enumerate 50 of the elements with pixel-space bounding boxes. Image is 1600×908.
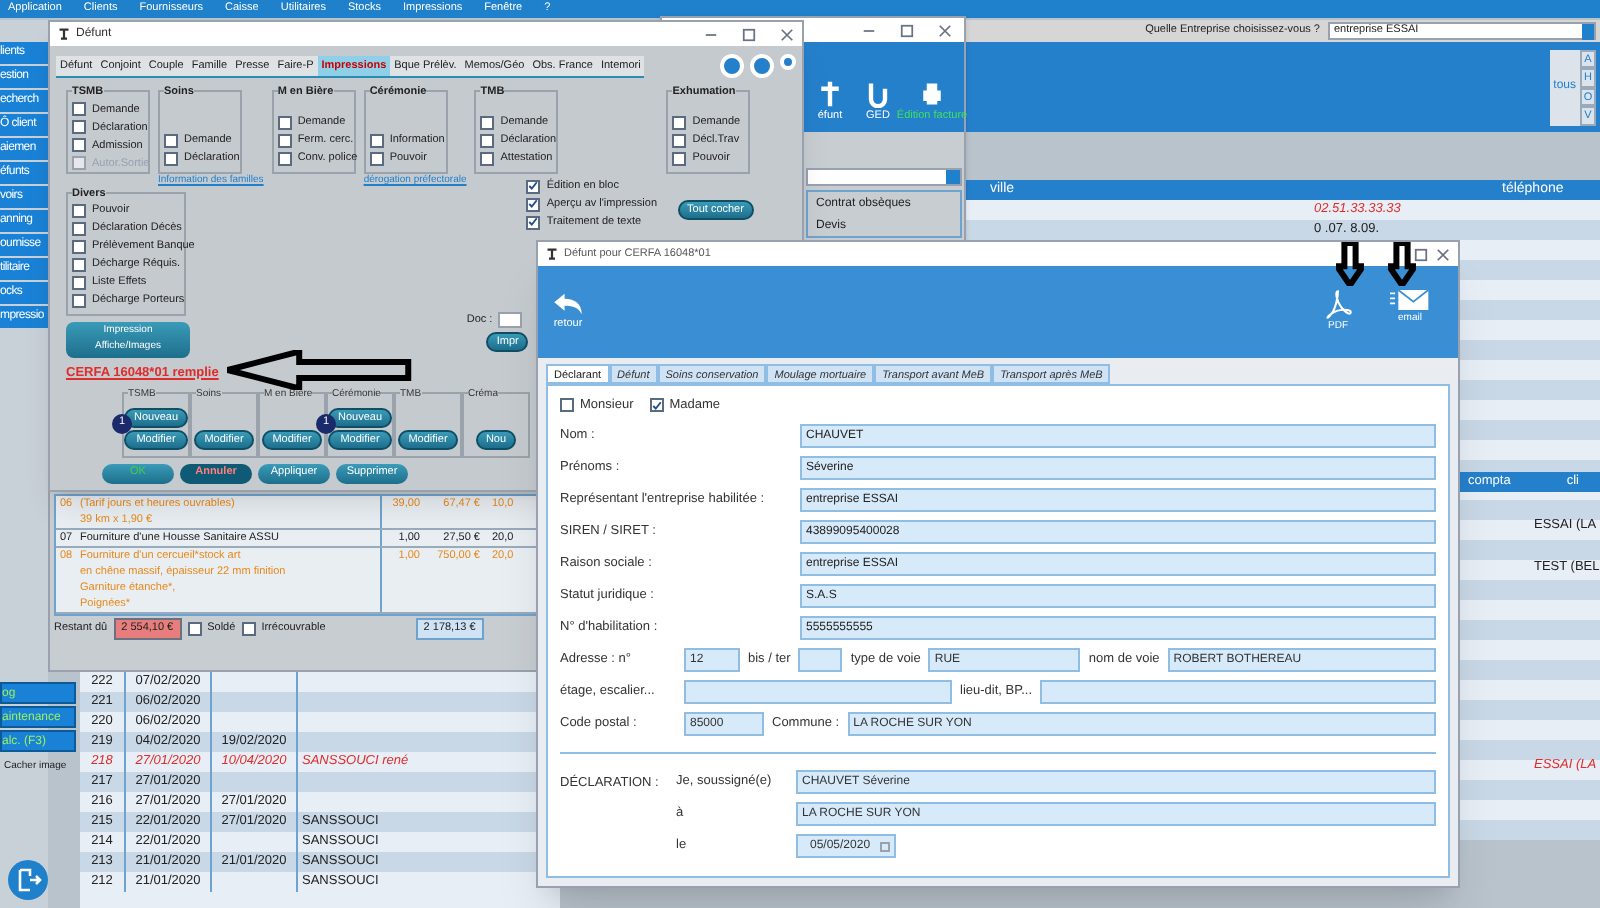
text-field[interactable]: [684, 679, 952, 704]
toolbar-icon[interactable]: [864, 79, 892, 108]
maximize-icon: [742, 27, 756, 41]
checkbox[interactable]: [277, 134, 292, 148]
app-icon: [58, 28, 70, 40]
round-toolbar-icon[interactable]: [780, 54, 796, 70]
checkbox[interactable]: [672, 116, 687, 130]
close-icon: [780, 27, 794, 41]
down-arrow: [1388, 242, 1416, 286]
checkbox[interactable]: [480, 134, 495, 148]
round-toolbar-icon[interactable]: [720, 54, 744, 78]
checkbox[interactable]: [560, 398, 574, 413]
checkbox[interactable]: [649, 398, 664, 413]
toolbar-icon[interactable]: [918, 79, 946, 108]
close-icon: [1436, 247, 1450, 261]
text-field[interactable]: [1040, 679, 1436, 704]
checkbox[interactable]: [241, 621, 256, 636]
checkbox[interactable]: [480, 152, 495, 166]
checkbox[interactable]: [72, 275, 86, 290]
round-toolbar-icon[interactable]: [750, 54, 774, 78]
checkbox[interactable]: [72, 102, 86, 117]
toolbar-icon[interactable]: [816, 79, 844, 108]
close-icon: [938, 23, 952, 37]
app-icon: [546, 248, 558, 260]
checkbox[interactable]: [72, 221, 86, 236]
checkbox[interactable]: [72, 138, 86, 153]
text-field[interactable]: [798, 647, 843, 672]
checkbox[interactable]: [369, 134, 384, 148]
checkbox[interactable]: [164, 152, 178, 166]
checkbox[interactable]: [72, 257, 86, 272]
checkbox[interactable]: [526, 197, 541, 211]
checkbox[interactable]: [480, 116, 495, 130]
checkbox[interactable]: [526, 215, 541, 229]
down-arrow: [1336, 242, 1364, 286]
checkbox[interactable]: [72, 120, 86, 135]
maximize-icon: [900, 23, 914, 37]
checkbox[interactable]: [277, 152, 292, 166]
checkbox[interactable]: [672, 134, 687, 148]
checkbox[interactable]: [72, 293, 86, 308]
checkbox[interactable]: [672, 152, 687, 166]
doc-field[interactable]: [498, 311, 523, 328]
checkbox[interactable]: [164, 134, 178, 148]
checkbox[interactable]: [277, 116, 292, 130]
checkbox[interactable]: [72, 203, 86, 218]
checkbox[interactable]: [72, 239, 86, 254]
checkbox[interactable]: [369, 152, 384, 166]
exit-icon[interactable]: [8, 860, 48, 900]
maximize-icon: [1414, 247, 1428, 261]
checkbox[interactable]: [526, 179, 541, 193]
checkbox[interactable]: [187, 621, 202, 636]
